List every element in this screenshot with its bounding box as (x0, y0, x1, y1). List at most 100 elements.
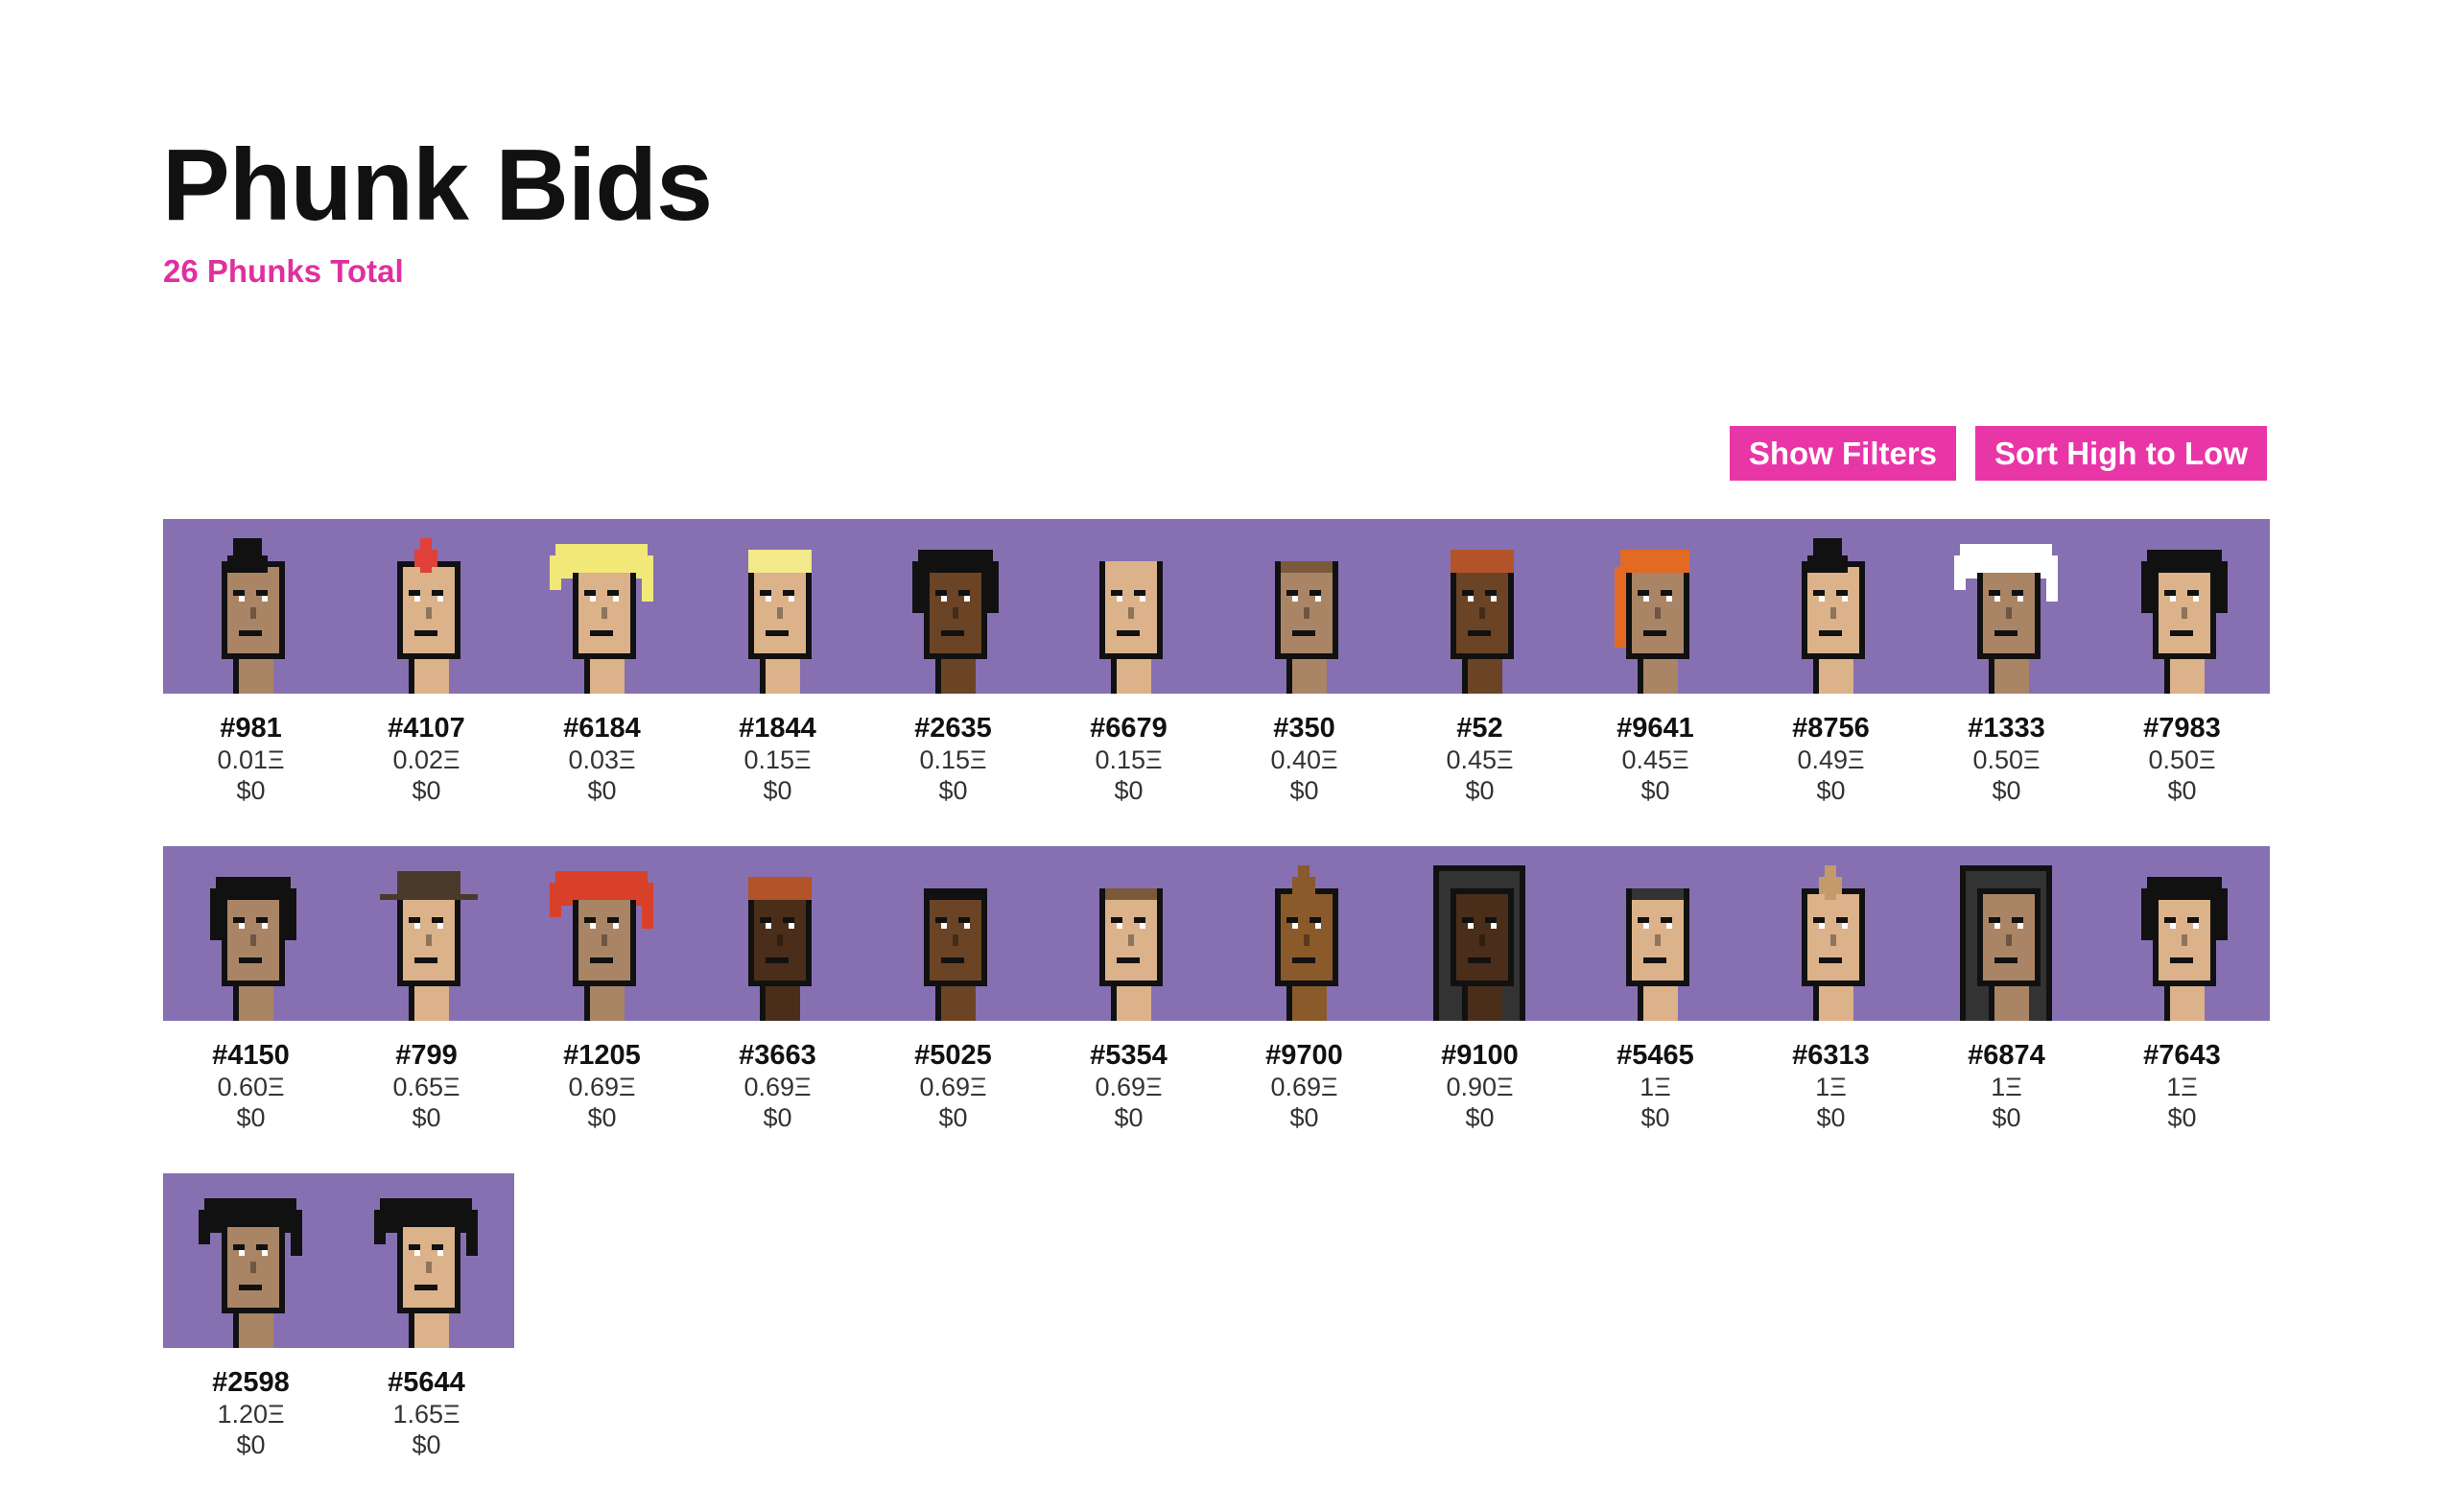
phunk-image[interactable] (1216, 846, 1392, 1021)
phunk-card[interactable]: #981 0.01Ξ $0 (163, 519, 339, 846)
phunk-avatar-icon (550, 544, 653, 694)
phunk-image[interactable] (1919, 519, 2094, 694)
phunk-image[interactable] (1743, 846, 1919, 1021)
phunk-card[interactable]: #1333 0.50Ξ $0 (1919, 519, 2094, 846)
phunk-image[interactable] (1041, 846, 1216, 1021)
phunk-card[interactable]: #8756 0.49Ξ $0 (1743, 519, 1919, 846)
phunk-card[interactable]: #1844 0.15Ξ $0 (690, 519, 865, 846)
phunk-image[interactable] (1568, 846, 1743, 1021)
phunk-avatar-icon (1275, 561, 1338, 694)
phunk-id[interactable]: #7643 (2143, 1040, 2221, 1072)
phunk-card[interactable]: #6184 0.03Ξ $0 (514, 519, 690, 846)
phunk-bid-eth: 0.40Ξ (1270, 745, 1338, 774)
phunk-id[interactable]: #4107 (388, 713, 465, 744)
phunk-image[interactable] (2094, 846, 2270, 1021)
phunk-hair (1632, 888, 1684, 900)
phunk-card[interactable]: #2598 1.20Ξ $0 (163, 1173, 339, 1500)
phunk-eye (1462, 590, 1474, 596)
sort-button[interactable]: Sort High to Low (1975, 426, 2267, 481)
phunk-bid-usd: $0 (1640, 776, 1670, 805)
phunk-hair (748, 877, 812, 900)
phunk-id[interactable]: #350 (1273, 713, 1335, 744)
phunk-id[interactable]: #799 (395, 1040, 458, 1072)
phunk-card[interactable]: #6313 1Ξ $0 (1743, 846, 1919, 1173)
phunk-id[interactable]: #9641 (1616, 713, 1694, 744)
phunk-card[interactable]: #5354 0.69Ξ $0 (1041, 846, 1216, 1173)
phunk-image[interactable] (1919, 846, 2094, 1021)
phunk-image[interactable] (690, 519, 865, 694)
phunk-card[interactable]: #7983 0.50Ξ $0 (2094, 519, 2270, 846)
phunk-card[interactable]: #799 0.65Ξ $0 (339, 846, 514, 1173)
phunk-card[interactable]: #7643 1Ξ $0 (2094, 846, 2270, 1173)
phunk-neck (239, 653, 273, 694)
phunk-image[interactable] (1392, 846, 1568, 1021)
phunk-image[interactable] (1392, 519, 1568, 694)
phunk-id[interactable]: #9700 (1265, 1040, 1343, 1072)
phunk-neck (1292, 980, 1327, 1021)
phunk-id[interactable]: #5025 (914, 1040, 992, 1072)
phunk-bid-eth: 0.03Ξ (568, 745, 636, 774)
phunk-id[interactable]: #1333 (1968, 713, 2045, 744)
phunk-image[interactable] (1743, 519, 1919, 694)
phunk-id[interactable]: #5465 (1616, 1040, 1694, 1072)
phunk-card[interactable]: #9641 0.45Ξ $0 (1568, 519, 1743, 846)
phunk-eye (409, 917, 420, 923)
phunk-card[interactable]: #9700 0.69Ξ $0 (1216, 846, 1392, 1173)
phunk-image[interactable] (163, 846, 339, 1021)
phunk-image[interactable] (2094, 519, 2270, 694)
phunk-image[interactable] (514, 846, 690, 1021)
phunk-nose (1304, 934, 1310, 946)
phunk-card[interactable]: #6679 0.15Ξ $0 (1041, 519, 1216, 846)
phunk-nose (426, 934, 432, 946)
phunk-id[interactable]: #1205 (563, 1040, 641, 1072)
phunk-id[interactable]: #1844 (739, 713, 816, 744)
phunk-id[interactable]: #2598 (212, 1367, 290, 1399)
show-filters-button[interactable]: Show Filters (1729, 426, 1957, 481)
phunk-bid-eth: 0.60Ξ (217, 1073, 285, 1101)
phunk-id[interactable]: #5354 (1090, 1040, 1168, 1072)
phunk-id[interactable]: #8756 (1792, 713, 1870, 744)
phunk-card[interactable]: #2635 0.15Ξ $0 (865, 519, 1041, 846)
phunk-image[interactable] (690, 846, 865, 1021)
phunk-card[interactable]: #4150 0.60Ξ $0 (163, 846, 339, 1173)
phunk-id[interactable]: #4150 (212, 1040, 290, 1072)
phunk-image[interactable] (163, 1173, 339, 1348)
phunk-card[interactable]: #4107 0.02Ξ $0 (339, 519, 514, 846)
phunk-id[interactable]: #9100 (1441, 1040, 1519, 1072)
phunk-id[interactable]: #6679 (1090, 713, 1168, 744)
phunk-image[interactable] (339, 519, 514, 694)
phunk-card[interactable]: #350 0.40Ξ $0 (1216, 519, 1392, 846)
phunk-image[interactable] (865, 519, 1041, 694)
phunk-image[interactable] (514, 519, 690, 694)
phunk-image[interactable] (1568, 519, 1743, 694)
phunk-id[interactable]: #5644 (388, 1367, 465, 1399)
phunk-avatar-icon (1433, 865, 1525, 1021)
phunk-card[interactable]: #9100 0.90Ξ $0 (1392, 846, 1568, 1173)
phunk-id[interactable]: #6313 (1792, 1040, 1870, 1072)
phunk-id[interactable]: #981 (220, 713, 282, 744)
phunk-card[interactable]: #3663 0.69Ξ $0 (690, 846, 865, 1173)
phunk-avatar-icon (1960, 865, 2052, 1021)
phunk-card[interactable]: #1205 0.69Ξ $0 (514, 846, 690, 1173)
phunk-image[interactable] (1216, 519, 1392, 694)
phunk-bid-usd: $0 (938, 1103, 968, 1132)
phunk-bid-usd: $0 (1992, 776, 2021, 805)
phunk-image[interactable] (865, 846, 1041, 1021)
phunk-mouth (1468, 630, 1491, 636)
phunk-image[interactable] (339, 1173, 514, 1348)
phunk-id[interactable]: #3663 (739, 1040, 816, 1072)
phunk-image[interactable] (339, 846, 514, 1021)
phunk-card[interactable]: #5644 1.65Ξ $0 (339, 1173, 514, 1500)
phunk-image[interactable] (1041, 519, 1216, 694)
phunk-card[interactable]: #52 0.45Ξ $0 (1392, 519, 1568, 846)
phunk-card[interactable]: #5465 1Ξ $0 (1568, 846, 1743, 1173)
phunk-avatar-icon (1954, 544, 2058, 694)
phunk-id[interactable]: #7983 (2143, 713, 2221, 744)
phunk-card[interactable]: #6874 1Ξ $0 (1919, 846, 2094, 1173)
phunk-id[interactable]: #6874 (1968, 1040, 2045, 1072)
phunk-id[interactable]: #2635 (914, 713, 992, 744)
phunk-image[interactable] (163, 519, 339, 694)
phunk-id[interactable]: #52 (1456, 713, 1502, 744)
phunk-id[interactable]: #6184 (563, 713, 641, 744)
phunk-card[interactable]: #5025 0.69Ξ $0 (865, 846, 1041, 1173)
